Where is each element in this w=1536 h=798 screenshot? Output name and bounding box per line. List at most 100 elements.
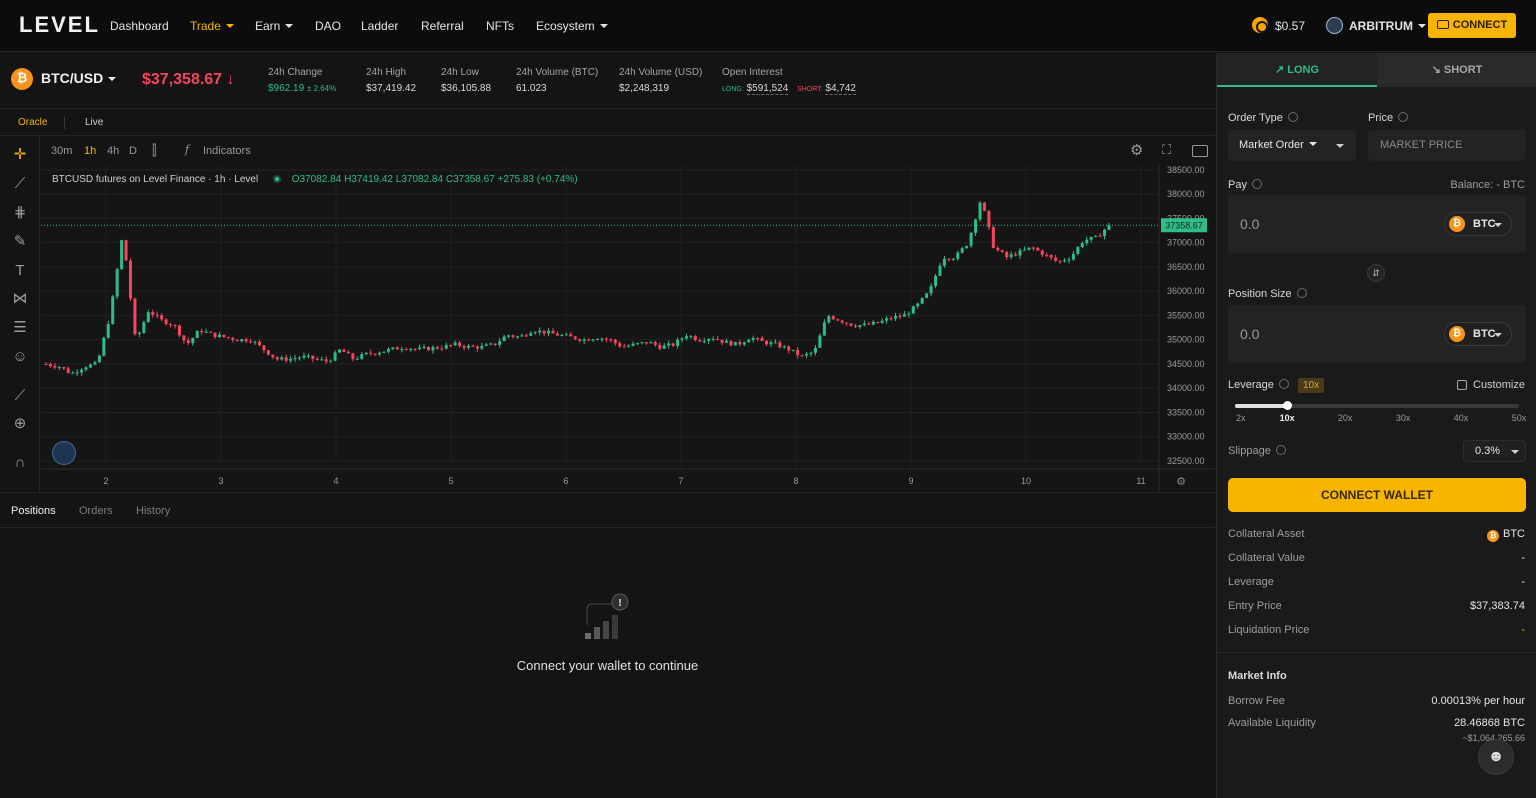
emoji-icon[interactable]: ☺ [11, 348, 29, 366]
nav-ecosystem[interactable]: Ecosystem [536, 19, 608, 33]
nav-trade[interactable]: Trade [190, 19, 234, 33]
connect-button[interactable]: CONNECT [1428, 13, 1516, 38]
price-chart[interactable]: 38500.0038000.0037500.0037000.0036500.00… [41, 165, 1215, 492]
leverage-slider[interactable] [1235, 401, 1519, 410]
position-token-select[interactable]: ₿ BTC [1444, 322, 1512, 346]
zoom-icon[interactable]: ⊕ [11, 415, 29, 433]
tab-live[interactable]: Live [85, 117, 103, 128]
detail-label: Collateral Asset [1228, 528, 1305, 540]
interval-4h[interactable]: 4h [107, 145, 119, 157]
leverage-tick-label[interactable]: 10x [1280, 413, 1295, 423]
connect-wallet-button[interactable]: CONNECT WALLET [1228, 478, 1526, 512]
pay-input[interactable]: 0.0 ₿ BTC [1228, 195, 1526, 253]
pay-amount[interactable]: 0.0 [1240, 216, 1259, 232]
candle-body [649, 342, 653, 344]
candle-body [120, 240, 124, 270]
fullscreen-icon[interactable]: ⛶ [1162, 142, 1171, 158]
tab-positions[interactable]: Positions [11, 505, 56, 517]
candle-body [151, 312, 155, 315]
long-tab[interactable]: ↗ LONG [1217, 53, 1377, 87]
level-logo[interactable]: LEVEL [19, 12, 100, 38]
x-tick-label: 8 [793, 476, 798, 486]
nav-ladder[interactable]: Ladder [361, 19, 398, 33]
forecast-icon[interactable]: ☰ [11, 319, 29, 337]
fib-icon[interactable]: ⋕ [11, 204, 29, 222]
order-type-select[interactable]: Market Order [1228, 130, 1356, 161]
leverage-tick-label[interactable]: 40x [1454, 413, 1469, 423]
chart-title: BTCUSD futures on Level Finance · 1h · L… [52, 174, 259, 185]
pay-token-select[interactable]: ₿ BTC [1444, 212, 1512, 236]
candle-body [191, 337, 195, 344]
candle-body [805, 353, 809, 356]
text-icon[interactable]: T [11, 262, 29, 280]
customize-checkbox[interactable] [1457, 380, 1467, 390]
nav-earn[interactable]: Earn [255, 19, 293, 33]
candle-body [822, 322, 826, 336]
leverage-tick-label[interactable]: 50x [1512, 413, 1527, 423]
camera-icon[interactable] [1192, 145, 1208, 157]
trendline-icon[interactable]: ⟋ [11, 175, 29, 193]
slippage-select[interactable]: 0.3% [1463, 440, 1526, 462]
support-bot-icon[interactable]: ☻ [1478, 739, 1514, 775]
candle-body [885, 318, 889, 321]
candle-body [951, 258, 955, 260]
settings-icon[interactable]: ⚙ [1130, 141, 1143, 159]
price-field[interactable]: MARKET PRICE [1368, 130, 1526, 161]
candle-body [996, 247, 1000, 251]
tab-history[interactable]: History [136, 505, 170, 517]
interval-d[interactable]: D [129, 145, 137, 157]
svg-text:!: ! [618, 598, 623, 609]
interval-1h[interactable]: 1h [84, 145, 96, 157]
candle-body [1094, 235, 1098, 237]
nav-dao[interactable]: DAO [315, 19, 341, 33]
leverage-tick-label[interactable]: 30x [1396, 413, 1411, 423]
candle-body [662, 345, 666, 349]
high-value: $37,419.42 [366, 83, 417, 94]
candle-body [600, 338, 604, 340]
pattern-icon[interactable]: ⋈ [11, 290, 29, 308]
crosshair-icon[interactable]: ✛ [11, 146, 29, 164]
indicators-button[interactable]: Indicators [203, 145, 251, 157]
nav-nfts[interactable]: NFTs [486, 19, 514, 33]
position-amount[interactable]: 0.0 [1240, 326, 1259, 342]
candle-body [538, 330, 542, 333]
candle-body [1089, 236, 1093, 240]
candle-body [636, 343, 640, 345]
swap-direction-icon[interactable]: ⇵ [1367, 264, 1385, 282]
position-size-input[interactable]: 0.0 ₿ BTC [1228, 305, 1526, 363]
volume-btc-value: 61.023 [516, 83, 547, 94]
nav-referral[interactable]: Referral [421, 19, 464, 33]
candle-body [311, 355, 315, 359]
order-type-label: Order Type [1228, 112, 1298, 124]
pair-selector[interactable]: BTC/USD [41, 70, 116, 86]
leverage-tick-label[interactable]: 2x [1236, 413, 1246, 423]
candle-type-icon[interactable]: ⫿ [152, 142, 156, 159]
candlestick-chart[interactable]: 38500.0038000.0037500.0037000.0036500.00… [41, 165, 1215, 492]
network-selector[interactable]: ARBITRUM [1349, 19, 1426, 33]
ruler-icon[interactable]: ⟋ [11, 387, 29, 405]
candle-body [627, 345, 631, 347]
interval-30m[interactable]: 30m [51, 145, 72, 157]
function-icon: f [185, 143, 190, 156]
candle-body [346, 351, 350, 354]
axis-settings-icon[interactable]: ⚙ [1176, 475, 1186, 488]
customize-label[interactable]: Customize [1473, 379, 1525, 391]
short-tab[interactable]: ↘ SHORT [1377, 53, 1536, 87]
arbitrum-icon [1326, 17, 1343, 34]
tab-orders[interactable]: Orders [79, 505, 113, 517]
y-tick-label: 38000.00 [1167, 189, 1205, 199]
info-icon [1296, 288, 1307, 298]
brush-icon[interactable]: ✎ [11, 233, 29, 251]
btc-icon: ₿ [1449, 216, 1465, 232]
tradingview-logo[interactable] [52, 441, 76, 465]
nav-dashboard[interactable]: Dashboard [110, 19, 169, 33]
tab-oracle[interactable]: Oracle [18, 117, 47, 128]
leverage-tick-label[interactable]: 20x [1338, 413, 1353, 423]
candle-body [320, 359, 324, 361]
y-tick-label: 36000.00 [1167, 286, 1205, 296]
candle-body [742, 342, 746, 345]
candle-body [231, 337, 235, 340]
y-tick-label: 34000.00 [1167, 383, 1205, 393]
magnet-icon[interactable]: ∩ [11, 454, 29, 472]
leverage-slider-handle[interactable] [1283, 401, 1293, 410]
